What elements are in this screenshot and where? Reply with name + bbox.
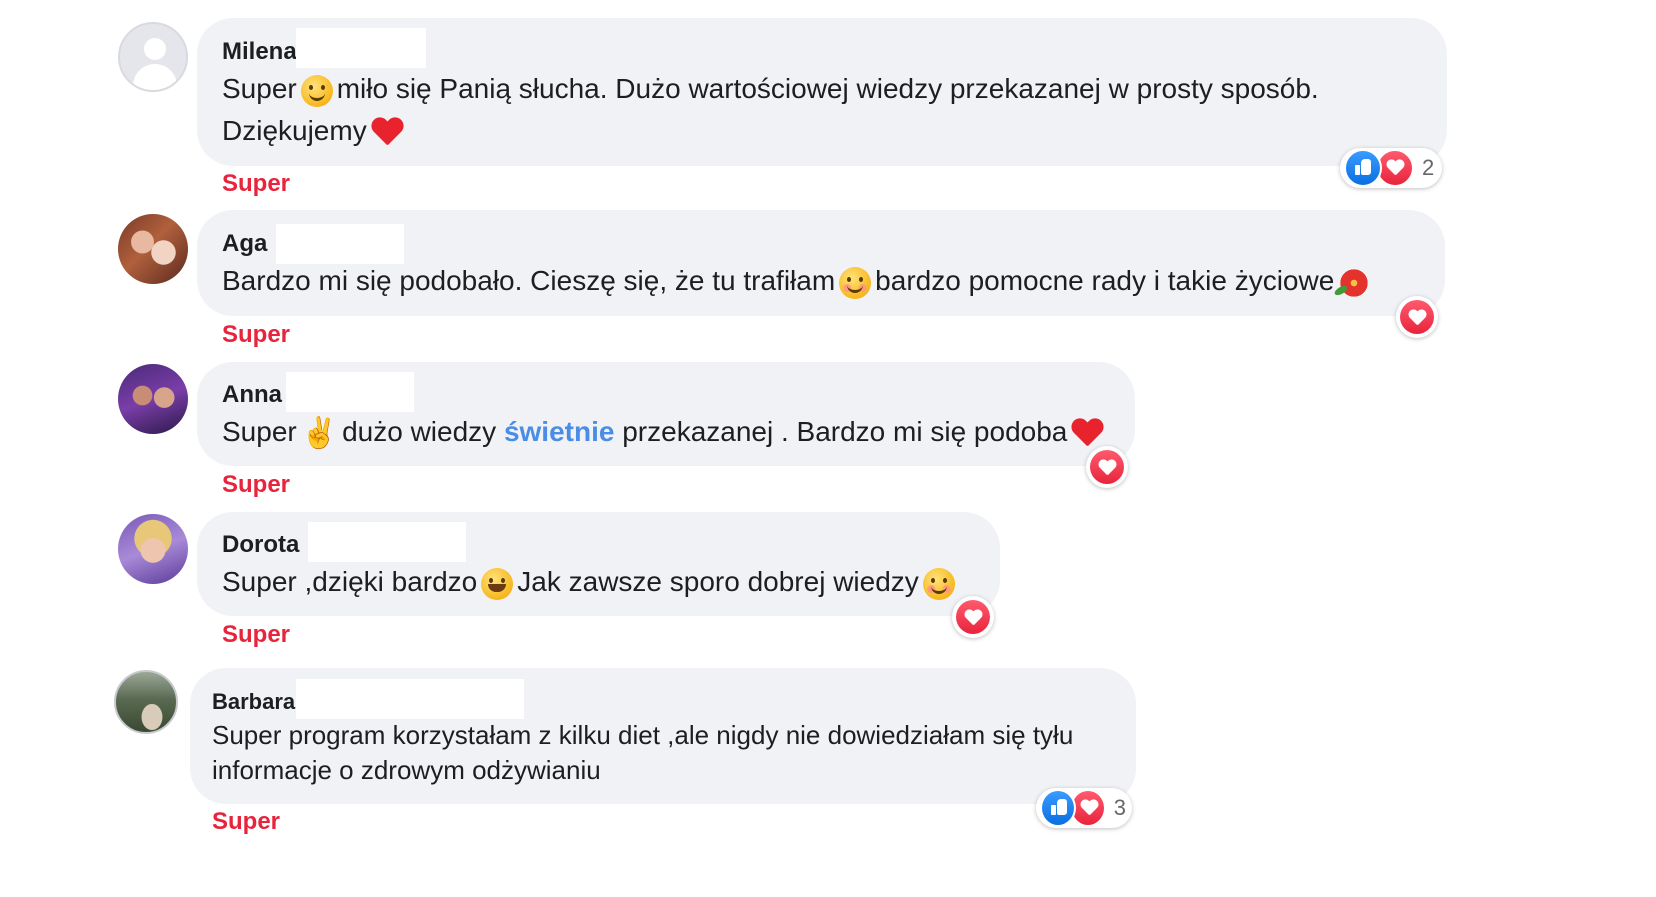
name-redaction [308,522,466,562]
love-reaction-icon [1090,450,1124,484]
comment-author[interactable]: Anna [222,381,282,409]
smiling-face-with-smiling-eyes-icon [839,266,872,299]
grinning-face-icon [481,567,514,600]
comment-text-line: informacje o zdrowym odżywianiu [212,755,601,785]
default-avatar-body [133,64,177,90]
love-reaction-icon [956,600,990,634]
comment-author[interactable]: Milena [222,38,297,66]
reaction-summary[interactable]: 2 [1340,148,1442,188]
reaction-count: 3 [1113,795,1126,820]
love-reaction-badge[interactable] [1396,296,1438,338]
comment-text-part: dużo wiedzy [342,416,497,447]
comment-text: Bardzo mi się podobało. Cieszę się, że t… [222,260,1374,301]
super-reaction-link[interactable]: Super [222,321,290,349]
comment-text-line: Dziękujemy [222,110,407,151]
comment-text: Super program korzystałam z kilku diet ,… [212,718,1073,788]
ok-hand-icon: ✌ [300,416,339,450]
comment-text-part: Super ,dzięki bardzo [222,566,478,597]
comment-text-part: Jak zawsze sporo dobrej wiedzy [517,566,919,597]
comment-author[interactable]: Dorota [222,531,299,559]
avatar[interactable] [118,514,188,584]
avatar[interactable] [118,364,188,434]
comment-author[interactable]: Barbara [212,689,295,715]
super-reaction-link[interactable]: Super [212,808,280,836]
comment-text-part: bardzo pomocne rady i takie życiowe [875,265,1335,296]
red-heart-icon [371,118,403,148]
like-reaction-icon [1344,149,1382,187]
name-redaction [286,372,414,412]
super-reaction-link[interactable]: Super [222,621,290,649]
reaction-count: 2 [1422,155,1435,180]
comment-author[interactable]: Aga [222,230,267,258]
avatar[interactable] [118,22,188,92]
reaction-summary[interactable]: 3 [1036,788,1132,828]
default-avatar-head [144,38,166,60]
hibiscus-icon [1338,266,1371,299]
red-heart-icon [1071,419,1103,449]
comment-text-part: Dziękujemy [222,115,367,146]
name-redaction [296,28,426,68]
comment-text-part: Bardzo mi się podobało. Cieszę się, że t… [222,265,836,296]
super-reaction-link[interactable]: Super [222,170,290,198]
comment-text: Super ✌ dużo wiedzy świetnie przekazanej .… [222,411,1107,452]
highlighted-word: świetnie [503,416,615,447]
super-reaction-link[interactable]: Super [222,471,290,499]
comment-text-part: przekazanej . Bardzo mi się podoba [622,416,1068,447]
love-reaction-badge[interactable] [1086,446,1128,488]
comment-text-part: Super [222,416,297,447]
love-reaction-icon [1400,300,1434,334]
name-redaction [276,224,404,264]
avatar[interactable] [118,214,188,284]
comment-text: Super ,dzięki bardzo Jak zawsze sporo dob… [222,561,959,602]
smiling-face-with-smiling-eyes-icon [922,567,955,600]
comment-text: Super miło się Panią słucha. Dużo wartośc… [222,68,1319,109]
slightly-smiling-face-icon [300,74,333,107]
comment-text-line: Super program korzystałam z kilku diet ,… [212,720,1074,750]
comment-text-part: miło się Panią słucha. Dużo wartościowej… [336,73,1319,104]
like-reaction-icon [1040,789,1076,827]
name-redaction [296,679,524,719]
love-reaction-badge[interactable] [952,596,994,638]
comment-text-part: Super [222,73,297,104]
avatar[interactable] [114,670,178,734]
